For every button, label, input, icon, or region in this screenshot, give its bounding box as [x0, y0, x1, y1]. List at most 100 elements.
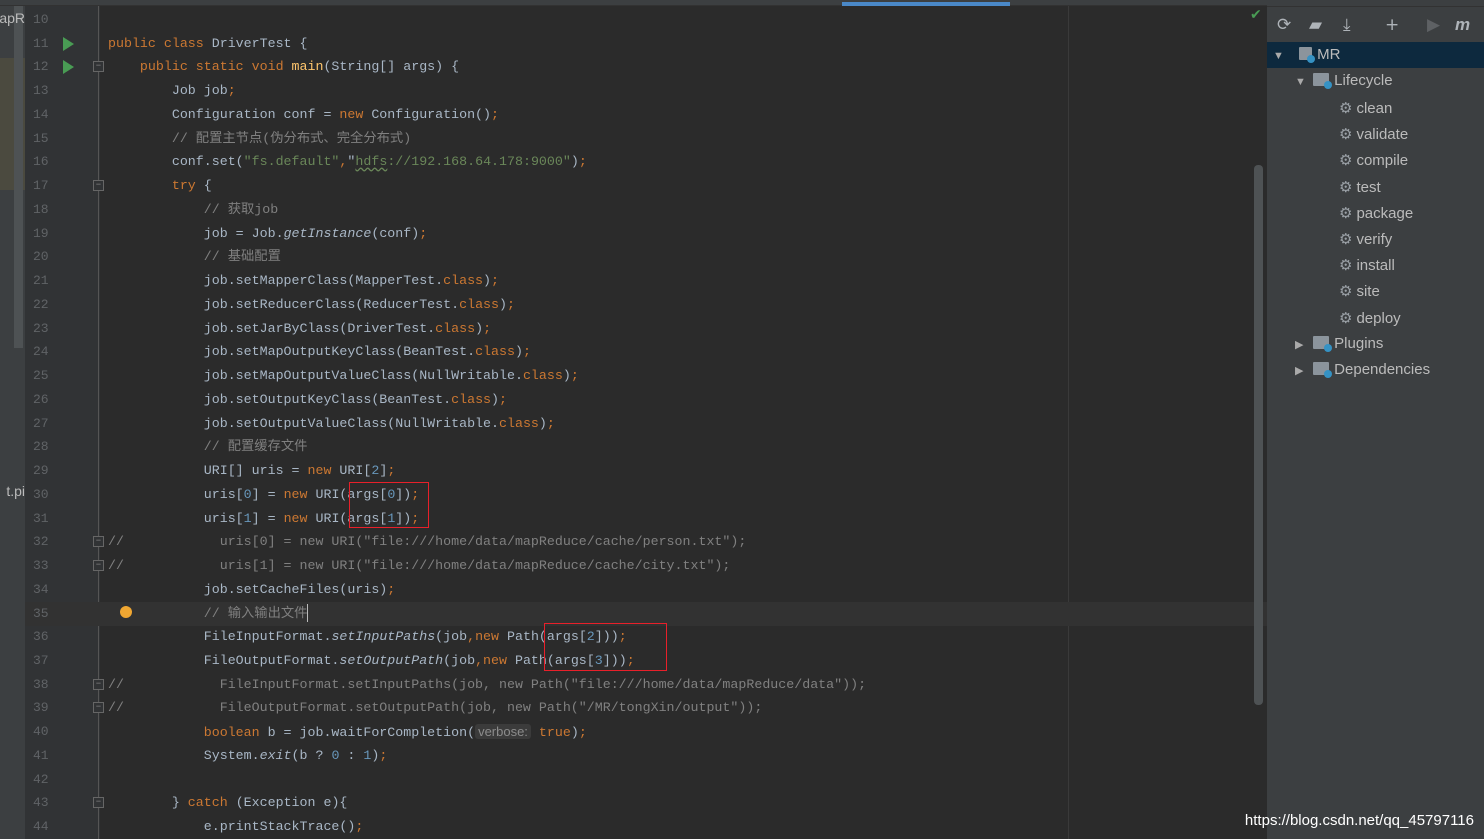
tree-dependencies[interactable]: ▶ Dependencies — [1295, 357, 1430, 383]
line-number[interactable]: 37 — [33, 649, 63, 673]
fold-icon[interactable]: − — [93, 560, 104, 572]
line-number[interactable]: 22 — [33, 293, 63, 317]
code-line[interactable]: 23 job.setJarByClass(DriverTest.class); — [25, 317, 1267, 341]
line-number[interactable]: 14 — [33, 103, 63, 127]
lifecycle-goal-compile[interactable]: ⚙ compile — [1339, 147, 1408, 173]
line-number[interactable]: 12 — [33, 55, 63, 79]
code-line[interactable]: 31 uris[1] = new URI(args[1]); — [25, 507, 1267, 531]
line-number[interactable]: 29 — [33, 459, 63, 483]
expand-arrow-icon[interactable]: ▼ — [1295, 69, 1309, 95]
line-number[interactable]: 23 — [33, 317, 63, 341]
code-line[interactable]: 12 − public static void main(String[] arg… — [25, 55, 1267, 79]
line-number[interactable]: 10 — [33, 8, 63, 32]
line-number[interactable]: 28 — [33, 435, 63, 459]
code-line[interactable]: 17 − try { — [25, 174, 1267, 198]
code-line[interactable]: 22 job.setReducerClass(ReducerTest.class… — [25, 293, 1267, 317]
fold-icon[interactable]: − — [93, 678, 104, 690]
run-icon[interactable] — [63, 36, 74, 51]
code-line[interactable]: 34 job.setCacheFiles(uris); — [25, 578, 1267, 602]
code-line[interactable]: 32 −// uris[0] = new URI("file:///home/da… — [25, 530, 1267, 554]
project-item-label[interactable]: apR — [0, 10, 25, 26]
code-line[interactable]: 21 job.setMapperClass(MapperTest.class); — [25, 269, 1267, 293]
line-number[interactable]: 19 — [33, 222, 63, 246]
project-scrollbar[interactable] — [14, 6, 23, 348]
run-icon[interactable] — [63, 60, 74, 75]
code-line[interactable]: 44 e.printStackTrace(); — [25, 815, 1267, 839]
line-number[interactable]: 21 — [33, 269, 63, 293]
code-line[interactable]: 14 Configuration conf = new Configuratio… — [25, 103, 1267, 127]
code-line[interactable]: 10 — [25, 8, 1267, 32]
fold-icon[interactable]: − — [93, 536, 104, 548]
code-line[interactable]: 29 URI[] uris = new URI[2]; — [25, 459, 1267, 483]
line-number[interactable]: 11 — [33, 32, 63, 56]
code-line[interactable]: 33 −// uris[1] = new URI("file:///home/da… — [25, 554, 1267, 578]
lifecycle-goal-test[interactable]: ⚙ test — [1339, 174, 1381, 200]
project-item-label[interactable]: t.pi — [6, 483, 25, 499]
line-number[interactable]: 42 — [33, 768, 63, 792]
line-number[interactable]: 24 — [33, 340, 63, 364]
line-number[interactable]: 33 — [33, 554, 63, 578]
lifecycle-goal-clean[interactable]: ⚙ clean — [1339, 95, 1392, 121]
code-line[interactable]: 25 job.setMapOutputValueClass(NullWritab… — [25, 364, 1267, 388]
code-line[interactable]: 11 public class DriverTest { — [25, 32, 1267, 56]
line-number[interactable]: 26 — [33, 388, 63, 412]
code-line[interactable]: 27 job.setOutputValueClass(NullWritable.… — [25, 412, 1267, 436]
line-number[interactable]: 40 — [33, 720, 63, 744]
lifecycle-goal-package[interactable]: ⚙ package — [1339, 200, 1413, 226]
reimport-folder-icon[interactable]: ▰ — [1309, 15, 1322, 35]
inspection-ok-icon[interactable]: ✔ — [1250, 7, 1262, 23]
code-line[interactable]: 42 — [25, 768, 1267, 792]
lifecycle-goal-deploy[interactable]: ⚙ deploy — [1339, 305, 1401, 331]
collapse-arrow-icon[interactable]: ▶ — [1295, 358, 1309, 384]
line-number[interactable]: 13 — [33, 79, 63, 103]
line-number[interactable]: 43 — [33, 791, 63, 815]
line-number[interactable]: 39 — [33, 696, 63, 720]
refresh-icon[interactable]: ⟳ — [1277, 15, 1291, 35]
line-number[interactable]: 38 — [33, 673, 63, 697]
lifecycle-goal-install[interactable]: ⚙ install — [1339, 252, 1395, 278]
code-line[interactable]: 19 job = Job.getInstance(conf); — [25, 222, 1267, 246]
line-number[interactable]: 44 — [33, 815, 63, 839]
code-editor[interactable]: 10 11 public class DriverTest {12− public … — [25, 6, 1267, 839]
code-line[interactable]: 13 Job job; — [25, 79, 1267, 103]
line-number[interactable]: 41 — [33, 744, 63, 768]
tree-project-mr[interactable]: ▼ MR — [1267, 42, 1484, 68]
lifecycle-goal-validate[interactable]: ⚙ validate — [1339, 121, 1408, 147]
code-line[interactable]: 43 − } catch (Exception e){ — [25, 791, 1267, 815]
line-number[interactable]: 36 — [33, 625, 63, 649]
code-line[interactable]: 16 conf.set("fs.default","hdfs://192.168… — [25, 150, 1267, 174]
code-line[interactable]: 39 −// FileOutputFormat.setOutputPath(job… — [25, 696, 1267, 720]
code-line[interactable]: 20 // 基础配置 — [25, 245, 1267, 269]
fold-icon[interactable]: − — [93, 61, 104, 73]
collapse-arrow-icon[interactable]: ▶ — [1295, 332, 1309, 358]
fold-icon[interactable]: − — [93, 702, 104, 714]
code-line[interactable]: 35 // 输入输出文件 — [25, 601, 1267, 626]
line-number[interactable]: 35 — [33, 602, 63, 626]
run-icon[interactable]: ▶ — [1427, 15, 1440, 35]
code-line[interactable]: 40 boolean b = job.waitForCompletion(ver… — [25, 720, 1267, 744]
maven-icon[interactable]: m — [1455, 15, 1470, 35]
line-number[interactable]: 32 — [33, 530, 63, 554]
add-icon[interactable]: + — [1385, 15, 1399, 35]
code-line[interactable]: 38 −// FileInputFormat.setInputPaths(job,… — [25, 673, 1267, 697]
code-line[interactable]: 15 // 配置主节点(伪分布式、完全分布式) — [25, 127, 1267, 151]
code-line[interactable]: 28 // 配置缓存文件 — [25, 435, 1267, 459]
editor-scrollbar[interactable] — [1254, 165, 1263, 705]
code-line[interactable]: 24 job.setMapOutputKeyClass(BeanTest.cla… — [25, 340, 1267, 364]
code-line[interactable]: 41 System.exit(b ? 0 : 1); — [25, 744, 1267, 768]
code-line[interactable]: 26 job.setOutputKeyClass(BeanTest.class)… — [25, 388, 1267, 412]
code-line[interactable]: 18 // 获取job — [25, 198, 1267, 222]
line-number[interactable]: 16 — [33, 150, 63, 174]
code-line[interactable]: 30 uris[0] = new URI(args[0]); — [25, 483, 1267, 507]
tree-plugins[interactable]: ▶ Plugins — [1295, 331, 1383, 357]
tree-lifecycle[interactable]: ▼ Lifecycle — [1295, 68, 1393, 94]
line-number[interactable]: 18 — [33, 198, 63, 222]
expand-arrow-icon[interactable]: ▼ — [1273, 43, 1287, 69]
line-number[interactable]: 20 — [33, 245, 63, 269]
line-number[interactable]: 31 — [33, 507, 63, 531]
fold-icon[interactable]: − — [93, 797, 104, 809]
line-number[interactable]: 27 — [33, 412, 63, 436]
download-icon[interactable]: ⤓ — [1343, 15, 1351, 35]
fold-icon[interactable]: − — [93, 180, 104, 192]
lifecycle-goal-site[interactable]: ⚙ site — [1339, 278, 1380, 304]
